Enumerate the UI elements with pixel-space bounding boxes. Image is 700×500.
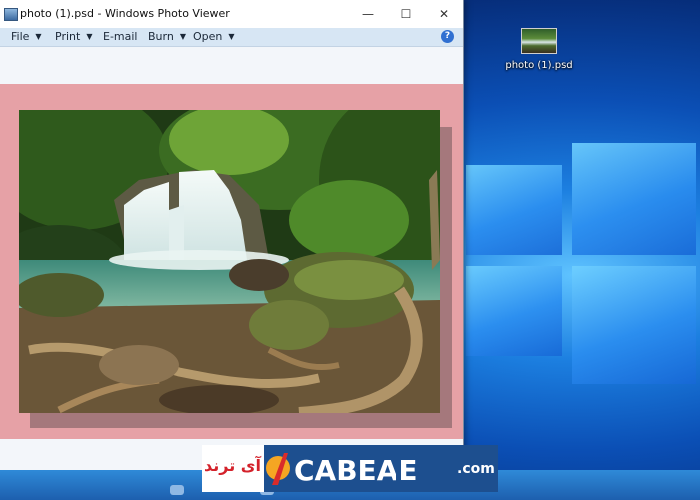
menu-email-label: E-mail (103, 30, 138, 43)
watermark-persian-text: آی ترند (204, 456, 261, 475)
menu-print-label: Print (55, 30, 81, 43)
menu-burn-label: Burn (148, 30, 174, 43)
windows-logo-pane (572, 266, 696, 384)
menu-file[interactable]: File ▼ (11, 30, 42, 43)
maximize-button[interactable]: ☐ (387, 0, 425, 28)
minimize-button[interactable]: — (349, 0, 387, 28)
help-icon[interactable]: ? (441, 30, 454, 43)
site-watermark: آی ترند CABEAE .com (202, 445, 498, 492)
menu-open-label: Open (193, 30, 223, 43)
title-bar[interactable]: photo (1).psd - Windows Photo Viewer — ☐… (0, 0, 463, 28)
waterfall-photo (19, 110, 440, 413)
chevron-down-icon: ▼ (35, 32, 42, 41)
watermark-white-panel: آی ترند (202, 445, 264, 492)
photo-viewer-window: photo (1).psd - Windows Photo Viewer — ☐… (0, 0, 464, 470)
psd-thumbnail-icon (521, 28, 557, 54)
menu-email[interactable]: E-mail (103, 30, 138, 43)
viewer-top-strip (0, 47, 463, 84)
menu-file-label: File (11, 30, 30, 43)
menu-burn[interactable]: Burn ▼ (148, 30, 186, 43)
chevron-down-icon: ▼ (228, 32, 235, 41)
photo-viewer-app-icon (4, 8, 18, 21)
windows-logo-pane (466, 266, 562, 356)
windows-logo-pane (572, 143, 696, 255)
chevron-down-icon: ▼ (86, 32, 93, 41)
close-button[interactable]: ✕ (425, 0, 463, 28)
windows-logo-pane (466, 165, 562, 255)
menu-print[interactable]: Print ▼ (55, 30, 92, 43)
previous-button[interactable] (170, 485, 184, 495)
chevron-down-icon: ▼ (179, 32, 186, 41)
watermark-domain-suffix: .com (457, 461, 495, 477)
desktop-file-icon[interactable]: photo (1).psd (504, 28, 574, 71)
desktop-file-label: photo (1).psd (505, 60, 573, 71)
window-title: photo (1).psd - Windows Photo Viewer (20, 7, 230, 20)
menu-open[interactable]: Open ▼ (193, 30, 235, 43)
menu-bar: File ▼ Print ▼ E-mail Burn ▼ Open ▼ ? (0, 28, 463, 47)
waterfall-photo-image (19, 110, 440, 413)
